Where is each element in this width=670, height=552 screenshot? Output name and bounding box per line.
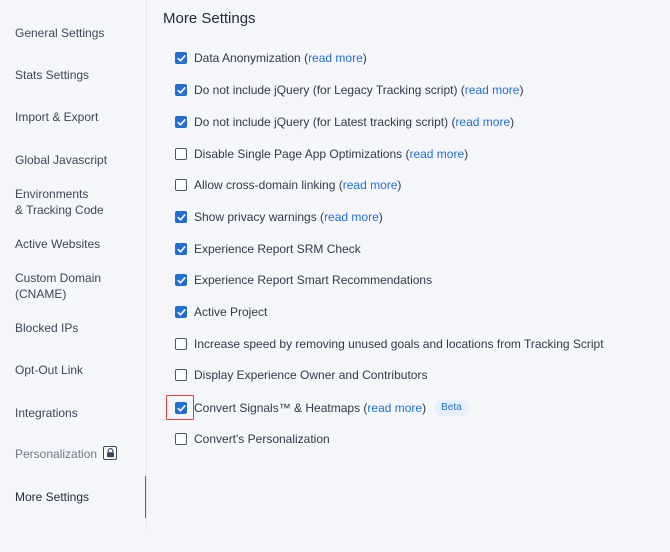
setting-checkbox[interactable]: [175, 274, 187, 286]
active-item-indicator: [145, 476, 147, 518]
setting-checkbox[interactable]: [175, 148, 187, 160]
read-more-link[interactable]: read more: [465, 83, 520, 97]
setting-label-suffix: ): [378, 210, 383, 224]
setting-option-row: Disable Single Page App Optimizations (r…: [175, 147, 468, 161]
read-more-link[interactable]: read more: [343, 178, 398, 192]
setting-label: Experience Report Smart Recommendations: [194, 273, 433, 287]
read-more-link[interactable]: read more: [324, 210, 379, 224]
sidebar-item-active-websites[interactable]: Active Websites: [15, 236, 143, 252]
setting-option-row: Do not include jQuery (for Legacy Tracki…: [175, 83, 523, 97]
setting-checkbox[interactable]: [175, 306, 187, 318]
setting-label: Experience Report SRM Check: [194, 242, 361, 256]
lock-icon: [103, 446, 118, 460]
read-more-link[interactable]: read more: [308, 51, 363, 65]
setting-label: Increase speed by removing unused goals …: [194, 337, 604, 351]
sidebar-item-opt-out-link[interactable]: Opt-Out Link: [15, 362, 143, 378]
setting-checkbox[interactable]: [175, 116, 187, 128]
read-more-link[interactable]: read more: [367, 401, 422, 415]
setting-option-row: Show privacy warnings (read more): [175, 210, 383, 224]
setting-checkbox[interactable]: [175, 84, 187, 96]
settings-sidebar: General Settings Stats Settings Import &…: [0, 0, 147, 552]
setting-label-suffix: ): [510, 115, 515, 129]
setting-label: Data Anonymization (: [194, 51, 309, 65]
sidebar-item-custom-domain[interactable]: Custom Domain (CNAME): [15, 270, 143, 302]
setting-checkbox[interactable]: [175, 402, 187, 414]
sidebar-item-label: & Tracking Code: [15, 203, 104, 217]
setting-label: Do not include jQuery (for Latest tracki…: [194, 115, 456, 129]
setting-option-row: Convert Signals™ & Heatmaps (read more) B…: [175, 400, 469, 416]
setting-checkbox[interactable]: [175, 369, 187, 381]
setting-label-suffix: ): [362, 51, 367, 65]
sidebar-item-general-settings[interactable]: General Settings: [15, 25, 143, 41]
setting-option-row: Do not include jQuery (for Latest tracki…: [175, 115, 514, 129]
sidebar-item-label: (CNAME): [15, 287, 67, 301]
setting-label: Convert Signals™ & Heatmaps (: [194, 401, 368, 415]
setting-label: Show privacy warnings (: [194, 210, 325, 224]
sidebar-item-stats-settings[interactable]: Stats Settings: [15, 67, 143, 83]
setting-checkbox[interactable]: [175, 52, 187, 64]
setting-label: Allow cross-domain linking (: [194, 178, 343, 192]
sidebar-item-label: Custom Domain: [15, 271, 102, 285]
setting-label-suffix: ): [464, 147, 469, 161]
sidebar-item-blocked-ips[interactable]: Blocked IPs: [15, 320, 143, 336]
setting-option-row: Data Anonymization (read more): [175, 51, 367, 65]
setting-label-suffix: ): [519, 83, 524, 97]
sidebar-item-personalization[interactable]: Personalization: [15, 446, 143, 462]
setting-option-row: Active Project: [175, 305, 267, 319]
setting-option-row: Experience Report Smart Recommendations: [175, 273, 432, 287]
setting-checkbox[interactable]: [175, 179, 187, 191]
setting-option-row: Increase speed by removing unused goals …: [175, 337, 604, 351]
sidebar-item-more-settings[interactable]: More Settings: [15, 489, 143, 505]
setting-checkbox[interactable]: [175, 338, 187, 350]
setting-label-suffix: ): [397, 178, 402, 192]
setting-option-row: Allow cross-domain linking (read more): [175, 178, 401, 192]
sidebar-item-global-javascript[interactable]: Global Javascript: [15, 152, 143, 168]
sidebar-item-label: Environments: [15, 187, 89, 201]
setting-option-row: Experience Report SRM Check: [175, 242, 361, 256]
setting-label: Disable Single Page App Optimizations (: [194, 147, 410, 161]
setting-checkbox[interactable]: [175, 433, 187, 445]
setting-label: Active Project: [194, 305, 268, 319]
setting-option-row: Convert's Personalization: [175, 432, 330, 446]
sidebar-item-integrations[interactable]: Integrations: [15, 405, 143, 421]
setting-label: Convert's Personalization: [194, 432, 330, 446]
beta-badge: Beta: [434, 400, 469, 416]
sidebar-item-label: Personalization: [15, 447, 98, 461]
sidebar-item-import-export[interactable]: Import & Export: [15, 109, 143, 125]
setting-checkbox[interactable]: [175, 243, 187, 255]
setting-label: Do not include jQuery (for Legacy Tracki…: [194, 83, 465, 97]
sidebar-item-environments-tracking-code[interactable]: Environments & Tracking Code: [15, 186, 143, 218]
setting-label: Display Experience Owner and Contributor…: [194, 368, 428, 382]
setting-checkbox[interactable]: [175, 211, 187, 223]
setting-option-row: Display Experience Owner and Contributor…: [175, 368, 427, 382]
page-title: More Settings: [163, 10, 256, 27]
read-more-link[interactable]: read more: [409, 147, 464, 161]
read-more-link[interactable]: read more: [455, 115, 510, 129]
setting-label-suffix: ): [422, 401, 427, 415]
